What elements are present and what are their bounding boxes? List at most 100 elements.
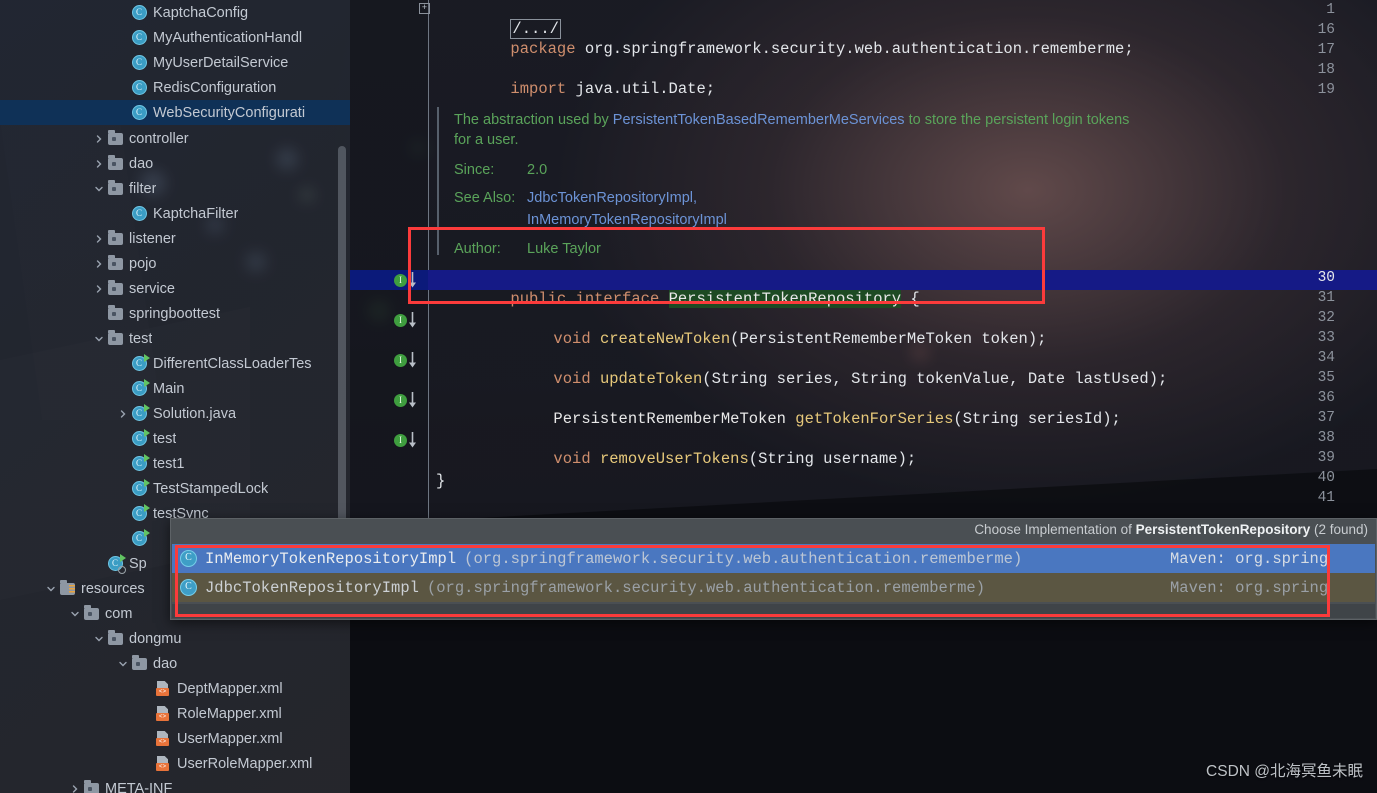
gutter-line-number: 16 bbox=[1317, 22, 1335, 38]
tree-item-deptmapper-xml[interactable]: <> DeptMapper.xml bbox=[0, 676, 350, 701]
chevron-right-icon[interactable] bbox=[92, 134, 106, 144]
chevron-down-icon[interactable] bbox=[44, 584, 58, 594]
tree-item-springboottest[interactable]: springboottest bbox=[0, 301, 350, 326]
javadoc-seealso-link-2[interactable]: InMemoryTokenRepositoryImpl bbox=[527, 212, 727, 228]
tree-item-kaptchaconfig[interactable]: C KaptchaConfig bbox=[0, 0, 350, 25]
code-fold-toggle[interactable]: + bbox=[419, 3, 430, 14]
gutter-line-number: 38 bbox=[1317, 430, 1335, 446]
implementation-list[interactable]: C InMemoryTokenRepositoryImpl (org.springf… bbox=[172, 544, 1375, 602]
chevron-down-icon[interactable] bbox=[92, 184, 106, 194]
tree-item-myuserdetailservice[interactable]: C MyUserDetailService bbox=[0, 50, 350, 75]
tree-item-service[interactable]: service bbox=[0, 276, 350, 301]
tree-item-websecurityconfigurati[interactable]: C WebSecurityConfigurati bbox=[0, 100, 350, 125]
resources-folder-icon bbox=[58, 579, 76, 598]
tree-item-controller[interactable]: controller bbox=[0, 126, 350, 151]
interface-name[interactable]: PersistentTokenRepository bbox=[668, 290, 902, 308]
chevron-right-icon[interactable] bbox=[68, 784, 82, 793]
tree-item-label: DifferentClassLoaderTes bbox=[153, 355, 312, 372]
choose-implementation-popup[interactable]: Choose Implementation of PersistentToken… bbox=[170, 518, 1377, 620]
implementation-marker-icon[interactable]: I bbox=[394, 391, 420, 411]
popup-title-type: PersistentTokenRepository bbox=[1135, 522, 1311, 537]
implementation-class-name: InMemoryTokenRepositoryImpl bbox=[205, 549, 457, 568]
tree-item-dao[interactable]: dao bbox=[0, 651, 350, 676]
popup-title: Choose Implementation of PersistentToken… bbox=[974, 522, 1368, 537]
tree-item-label: DeptMapper.xml bbox=[177, 680, 283, 697]
xml-file-icon: <> bbox=[154, 730, 172, 748]
gutter-line-number: 41 bbox=[1317, 490, 1335, 506]
class-icon: C bbox=[130, 4, 148, 22]
open-brace: { bbox=[901, 290, 920, 308]
gutter-line-number: 37 bbox=[1317, 410, 1335, 426]
gutter-line-number: 40 bbox=[1317, 470, 1335, 486]
tree-item-myauthenticationhandl[interactable]: C MyAuthenticationHandl bbox=[0, 25, 350, 50]
chevron-down-icon[interactable] bbox=[68, 609, 82, 619]
tree-item-test[interactable]: test bbox=[0, 326, 350, 351]
project-tree-sidebar[interactable]: C KaptchaConfig C MyAuthenticationHandl C MyU… bbox=[0, 0, 350, 793]
tree-item-label: filter bbox=[129, 180, 157, 197]
implementation-list-item[interactable]: C JdbcTokenRepositoryImpl (org.springframe… bbox=[172, 573, 1375, 602]
tree-item-label: pojo bbox=[129, 255, 157, 272]
method-name[interactable]: removeUserTokens bbox=[600, 450, 749, 468]
watermark-text: CSDN @北海冥鱼未眠 bbox=[1206, 763, 1363, 780]
tree-item-redisconfiguration[interactable]: C RedisConfiguration bbox=[0, 75, 350, 100]
tree-item-test1[interactable]: Ctest1 bbox=[0, 451, 350, 476]
tree-item-label: UserMapper.xml bbox=[177, 730, 283, 747]
chevron-right-icon[interactable] bbox=[92, 259, 106, 269]
javadoc-seealso-link-1[interactable]: JdbcTokenRepositoryImpl, bbox=[527, 190, 697, 206]
tree-item-label: controller bbox=[129, 130, 189, 147]
implementation-marker-icon[interactable]: I bbox=[394, 351, 420, 371]
chevron-down-icon[interactable] bbox=[116, 659, 130, 669]
chevron-right-icon[interactable] bbox=[92, 234, 106, 244]
tree-item-kaptchafilter[interactable]: C KaptchaFilter bbox=[0, 201, 350, 226]
tree-item-filter[interactable]: filter bbox=[0, 176, 350, 201]
runnable-class-icon: C bbox=[130, 479, 150, 498]
sidebar-scrollbar[interactable] bbox=[338, 146, 346, 531]
tree-item-pojo[interactable]: pojo bbox=[0, 251, 350, 276]
return-type: void bbox=[553, 450, 600, 468]
implemented-badge: I bbox=[394, 434, 407, 447]
tree-item-main[interactable]: C Main bbox=[0, 376, 350, 401]
javadoc-line-2: for a user. bbox=[454, 132, 519, 148]
implemented-badge: I bbox=[394, 354, 407, 367]
tree-item-userrolemapper-xml[interactable]: <> UserRoleMapper.xml bbox=[0, 751, 350, 776]
chevron-right-icon[interactable] bbox=[116, 409, 130, 419]
tree-item-meta-inf[interactable]: META-INF bbox=[0, 776, 350, 793]
tree-item-label: springboottest bbox=[129, 305, 221, 322]
chevron-down-icon[interactable] bbox=[92, 334, 106, 344]
tree-item-label: KaptchaFilter bbox=[153, 205, 239, 222]
chevron-down-icon[interactable] bbox=[92, 634, 106, 644]
tree-item-dao[interactable]: dao bbox=[0, 151, 350, 176]
javadoc-reference-link[interactable]: PersistentTokenBasedRememberMeServices bbox=[613, 112, 905, 128]
implementation-package: (org.springframework.security.web.authen… bbox=[464, 549, 1023, 568]
javadoc-since-value: 2.0 bbox=[527, 162, 548, 178]
tree-item-label: com bbox=[105, 605, 133, 622]
tree-item-solution-java[interactable]: C Solution.java bbox=[0, 401, 350, 426]
implementation-marker-icon[interactable]: I bbox=[394, 431, 420, 451]
tree-item-differentclassloadertes[interactable]: C DifferentClassLoaderTes bbox=[0, 351, 350, 376]
implementation-marker-icon[interactable]: I bbox=[394, 271, 420, 291]
tree-item-label: test1 bbox=[153, 455, 185, 472]
tree-item-label: UserRoleMapper.xml bbox=[177, 755, 313, 772]
class-icon: C bbox=[180, 550, 197, 567]
implementation-module: Maven: org.spring bbox=[1170, 578, 1329, 597]
tree-item-rolemapper-xml[interactable]: <> RoleMapper.xml bbox=[0, 701, 350, 726]
chevron-right-icon[interactable] bbox=[92, 284, 106, 294]
keyword-package: package bbox=[510, 40, 576, 58]
chevron-right-icon[interactable] bbox=[92, 159, 106, 169]
tree-item-test[interactable]: Ctest bbox=[0, 426, 350, 451]
tree-item-listener[interactable]: listener bbox=[0, 226, 350, 251]
gutter-line-number: 32 bbox=[1317, 310, 1335, 326]
javadoc-author-value: Luke Taylor bbox=[527, 241, 601, 257]
implementation-list-item[interactable]: C InMemoryTokenRepositoryImpl (org.springf… bbox=[172, 544, 1375, 573]
tree-item-teststampedlock[interactable]: C TestStampedLock bbox=[0, 476, 350, 501]
runnable-class-icon: C bbox=[130, 404, 150, 423]
tree-item-dongmu[interactable]: dongmu bbox=[0, 626, 350, 651]
tree-item-usermapper-xml[interactable]: <> UserMapper.xml bbox=[0, 726, 350, 751]
method-name[interactable]: getTokenForSeries bbox=[795, 410, 953, 428]
method-name[interactable]: createNewToken bbox=[600, 330, 730, 348]
implemented-badge: I bbox=[394, 314, 407, 327]
code-editor[interactable]: + 1 16 17 18 19 30 31 32 33 34 35 36 37 38 39 40 41 I I I I… bbox=[350, 0, 1377, 793]
implementation-marker-icon[interactable]: I bbox=[394, 311, 420, 331]
method-name[interactable]: updateToken bbox=[600, 370, 702, 388]
return-type: void bbox=[553, 370, 600, 388]
